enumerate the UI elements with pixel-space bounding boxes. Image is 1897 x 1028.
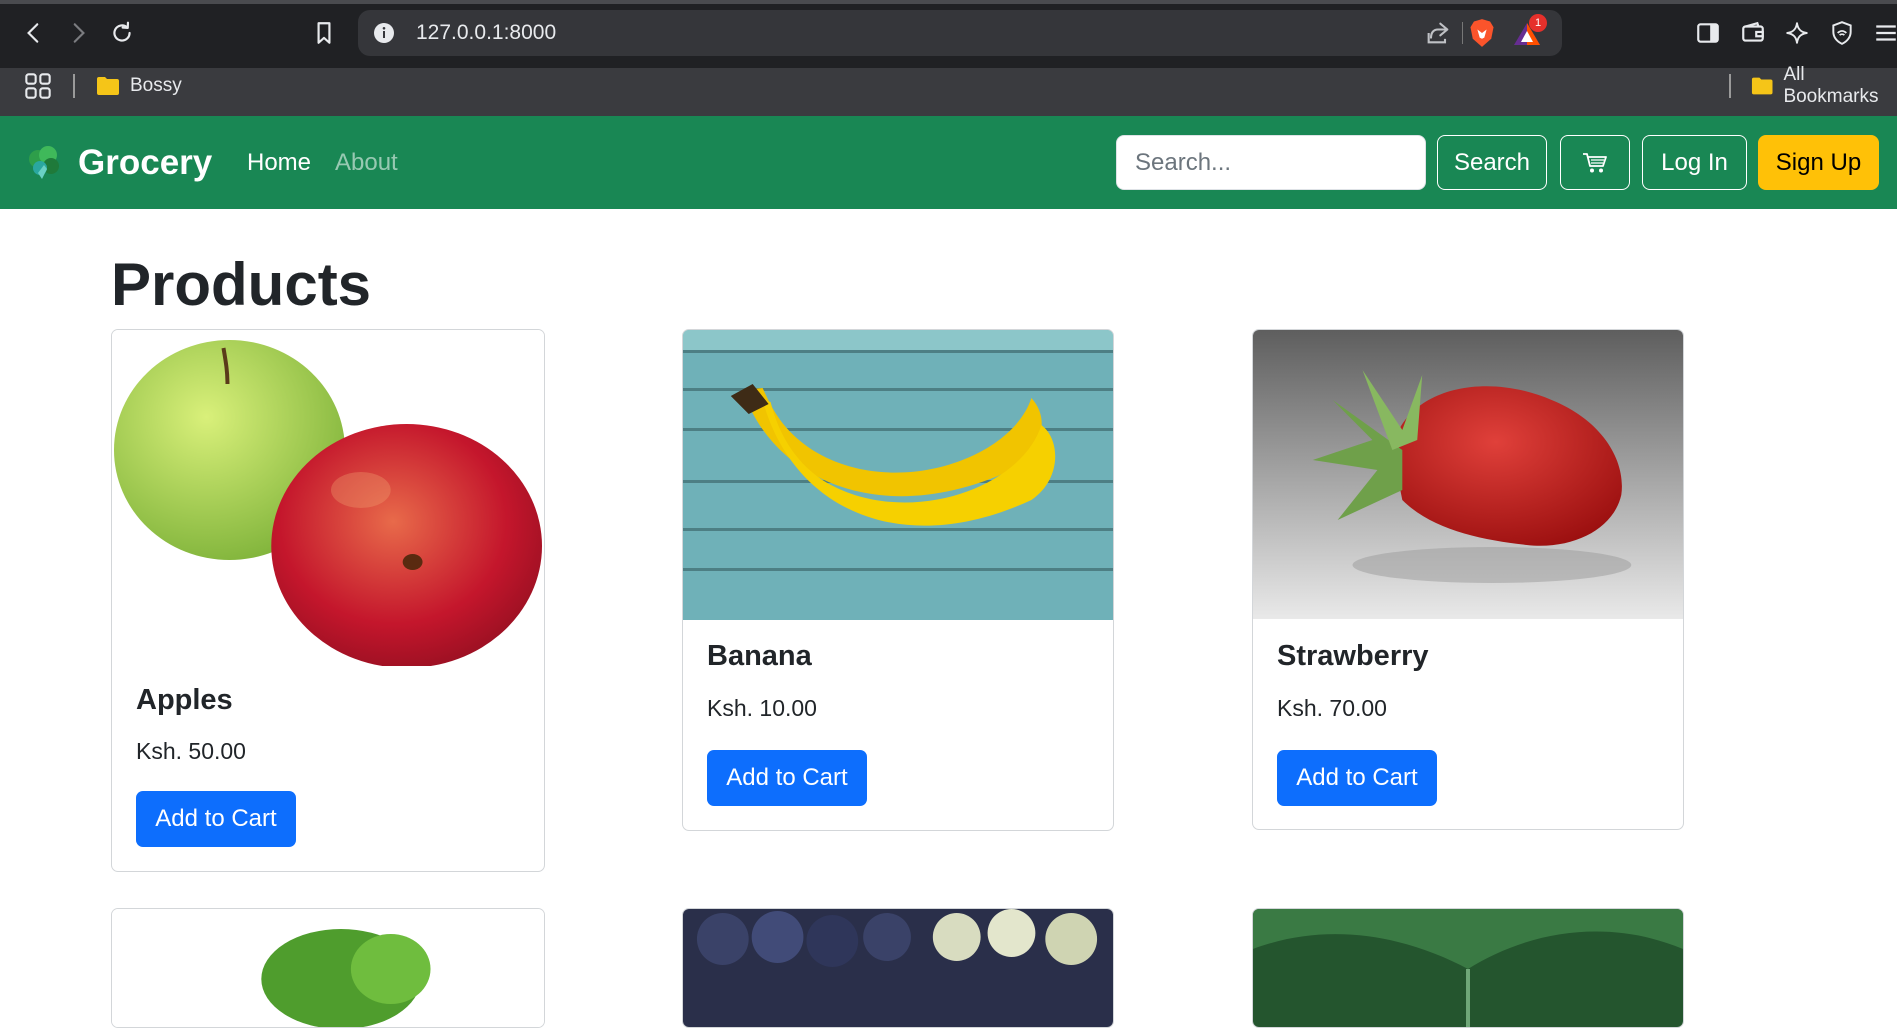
bookmarks-divider-right [1729,74,1731,98]
product-price: Ksh. 70.00 [1277,695,1387,721]
reload-button[interactable] [102,13,142,53]
search-button[interactable]: Search [1437,135,1547,190]
brave-rewards-button[interactable]: 1 [1511,14,1547,50]
window-edge [0,0,1897,4]
bookmark-icon [317,22,331,44]
product-price: Ksh. 50.00 [136,738,246,764]
product-card [111,908,545,1028]
wallet-button[interactable] [1733,13,1773,53]
menu-button[interactable] [1866,13,1897,53]
product-card: Strawberry Ksh. 70.00 Add to Cart [1252,329,1684,830]
sparkle-icon [1786,22,1808,44]
cart-button[interactable] [1560,135,1630,190]
site-navbar: Grocery Home About Search Log In Sign Up [0,116,1897,209]
chevron-right-icon [73,23,85,43]
banana-image [683,330,1113,620]
cabbage-image [1253,909,1683,1027]
grapes-illustration [683,909,1113,1027]
strawberry-image [1253,330,1683,619]
product-card: Banana Ksh. 10.00 Add to Cart [682,329,1114,831]
search-input[interactable] [1116,135,1426,190]
grapes-image [683,909,1113,1027]
product-card [682,908,1114,1028]
shield-icon [1832,21,1852,45]
hamburger-menu-icon [1876,25,1896,41]
browser-toolbar: 127.0.0.1:8000 1 [0,0,1897,68]
sidebar-button[interactable] [1688,13,1728,53]
address-bar[interactable]: 127.0.0.1:8000 1 [358,10,1562,56]
add-to-cart-button[interactable]: Add to Cart [707,750,867,806]
url-text[interactable]: 127.0.0.1:8000 [416,10,556,56]
bookmark-page-button[interactable] [304,13,344,53]
share-icon[interactable] [1424,19,1452,47]
product-card: Apples Ksh. 50.00 Add to Cart [111,329,545,872]
sidebar-icon [1697,23,1719,43]
nav-about-link[interactable]: About [335,116,398,209]
vpn-button[interactable] [1822,13,1862,53]
product-name: Apples [136,684,233,716]
chevron-left-icon [27,23,39,43]
info-icon[interactable] [372,21,396,45]
signup-button[interactable]: Sign Up [1758,135,1879,190]
product-name: Strawberry [1277,640,1429,672]
bookmarks-bar [0,68,1897,117]
address-divider [1462,22,1463,44]
brand-name: Grocery [78,142,213,182]
bookmark-label: All Bookmarks [1783,64,1879,107]
reload-icon [113,21,131,42]
add-to-cart-button[interactable]: Add to Cart [136,791,296,847]
nav-home-link[interactable]: Home [247,116,311,209]
strawberry-illustration [1253,330,1683,619]
lettuce-illustration [112,909,544,1027]
add-to-cart-button[interactable]: Add to Cart [1277,750,1437,806]
bookmark-folder-all[interactable]: All Bookmarks [1751,64,1897,107]
broccoli-logo-icon [29,145,59,179]
leo-ai-button[interactable] [1777,13,1817,53]
login-button[interactable]: Log In [1642,135,1747,190]
apples-image [112,330,544,666]
bookmark-label: Bossy [130,75,182,96]
bookmark-folder-bossy[interactable]: Bossy [96,72,182,100]
product-card [1252,908,1684,1028]
banana-illustration [683,330,1113,620]
apples-illustration [112,330,544,666]
cabbage-illustration [1253,909,1683,1027]
forward-button[interactable] [58,13,98,53]
brand-link[interactable]: Grocery [24,116,212,209]
product-name: Banana [707,640,812,672]
cart-icon [1583,152,1607,172]
page-title: Products [111,251,372,318]
bookmarks-divider [73,74,75,98]
brave-shields-icon[interactable] [1468,18,1496,48]
product-price: Ksh. 10.00 [707,695,817,721]
notification-badge: 1 [1529,14,1547,32]
back-button[interactable] [14,13,54,53]
folder-icon [1751,77,1773,95]
wallet-icon [1742,21,1764,42]
folder-icon [97,77,119,95]
lettuce-image [112,909,544,1027]
apps-grid-icon[interactable] [24,72,52,100]
